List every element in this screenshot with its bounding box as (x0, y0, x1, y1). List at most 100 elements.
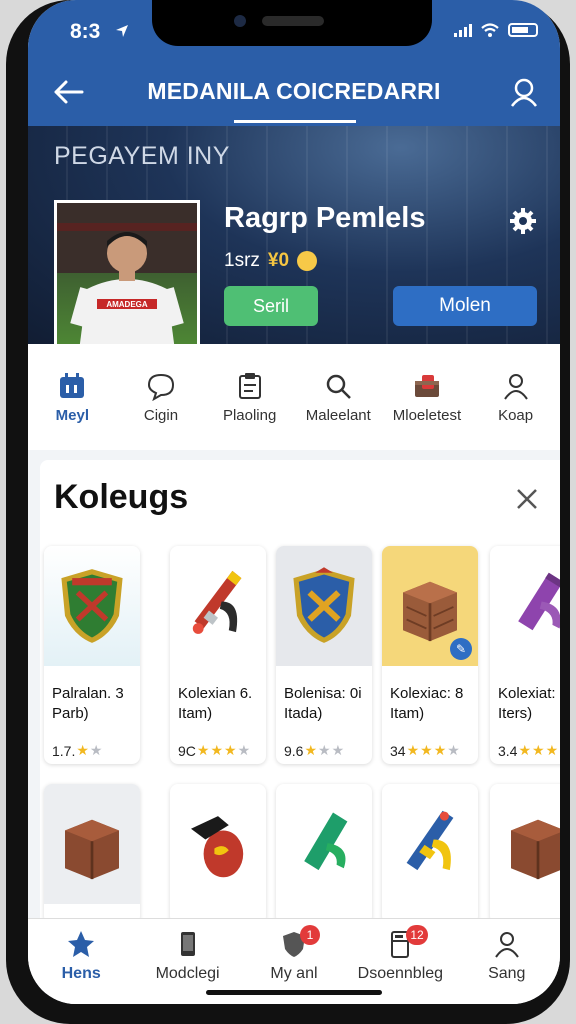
person-icon (503, 373, 528, 400)
star-icon: ★ (532, 742, 545, 758)
quicknav-label: Plaoling (222, 406, 277, 424)
item-rating: 34 ★ ★ ★ ★ (382, 736, 478, 759)
item-art: ✎ (382, 546, 478, 666)
collection-item[interactable]: Kolexian 6. Itam) 9C ★ ★ ★ ★ (170, 546, 266, 764)
phone-frame: 8:3 MEDANILA COICREDARRI PEGAYEM INY AMA… (6, 0, 570, 1024)
search-icon (327, 374, 352, 399)
quicknav-item-2[interactable]: Plaoling (207, 371, 293, 424)
quicknav-item-0[interactable]: Meyl (29, 371, 115, 424)
green-action-button[interactable]: Seril (224, 286, 318, 326)
star-icon: ★ (89, 742, 103, 758)
star-icon: ★ (331, 742, 345, 758)
close-icon[interactable] (514, 486, 540, 512)
item-name: Kolexian 6. Itam) (178, 685, 253, 723)
quicknav-label: Mloeletest (392, 406, 462, 424)
tab-label: Dsoennbleg (357, 965, 444, 982)
item-rating-value: 9C (178, 742, 196, 759)
green-canister-icon (304, 812, 348, 871)
collection-item[interactable]: Kolexiat: 8 Iters) 3.4 ★ ★ ★ ★ (490, 546, 560, 764)
quicknav-item-5[interactable]: Koap (473, 371, 559, 424)
notch (152, 0, 432, 46)
edit-icon: ✎ (450, 638, 472, 660)
quicknav-item-1[interactable]: Cigin (118, 371, 204, 424)
item-name: Palralan. 3 Parb) (52, 685, 124, 723)
collection-item[interactable]: ✎ Kolexiac: 8 Itam) 34 ★ ★ ★ ★ (382, 546, 478, 764)
screen: 8:3 MEDANILA COICREDARRI PEGAYEM INY AMA… (28, 0, 560, 1004)
collection-card: Koleugs Palralan. 3 Parb) 1.7. ★ ★ Kolex… (40, 460, 560, 930)
player-meta-label: 1srz (224, 250, 260, 271)
collection-item[interactable]: Bolenisa: 0i Itada) 9.6 ★ ★ ★ (276, 546, 372, 764)
tab-label: Hens (61, 965, 101, 982)
star-icon: ★ (196, 742, 210, 758)
collection-item[interactable] (44, 784, 140, 924)
blue-action-button[interactable]: Molen (393, 286, 537, 326)
star-icon: ★ (545, 742, 559, 758)
collection-item[interactable] (276, 784, 372, 924)
purple-canister-icon (518, 572, 560, 631)
star-icon: ★ (224, 742, 237, 758)
star-icon: ★ (433, 742, 447, 758)
blue-shield-icon (293, 567, 355, 643)
item-rating-value: 1.7. (52, 742, 76, 759)
battery-icon (508, 23, 538, 37)
quicknav-label: Cigin (143, 406, 179, 424)
profile-icon[interactable] (506, 74, 542, 110)
player-meta: 1srz ¥0 (224, 250, 318, 272)
item-rating: 9C ★ ★ ★ ★ (170, 736, 266, 759)
collection-item[interactable] (170, 784, 266, 924)
tab-home[interactable]: Hens (29, 919, 133, 1004)
tab-profile[interactable]: Sang (455, 919, 559, 1004)
star-icon (68, 931, 95, 957)
home-indicator (206, 990, 382, 995)
wifi-icon (481, 23, 499, 37)
flare-icon (192, 570, 242, 634)
tab-label: Modclegi (155, 965, 220, 982)
emoji-icon (297, 251, 318, 271)
section-tag: PEGAYEM INY (54, 142, 230, 170)
collection-item[interactable] (382, 784, 478, 924)
star-icon: ★ (406, 742, 420, 758)
item-art (276, 784, 372, 904)
boxing-glove-icon (191, 816, 244, 878)
green-shield-icon (61, 569, 123, 643)
tab-label: My anl (270, 965, 318, 982)
quicknav-item-4[interactable]: Mloeletest (384, 371, 470, 424)
crate-icon (65, 819, 119, 880)
player-name: Ragrp Pemlels (224, 202, 426, 234)
item-name: Kolexiat: 8 Iters) (498, 685, 560, 723)
item-art (276, 546, 372, 666)
collection-heading: Koleugs (54, 478, 189, 516)
gear-icon[interactable] (508, 206, 538, 236)
item-art (382, 784, 478, 904)
quicknav-label: Meyl (55, 406, 89, 424)
star-icon: ★ (76, 742, 89, 758)
notification-badge: 1 (299, 925, 320, 945)
page-title: MEDANILA COICREDARRI (147, 78, 441, 104)
quicknav-item-3[interactable]: Maleelant (295, 371, 381, 424)
quicknav-label: Koap (498, 406, 534, 424)
item-name: Bolenisa: 0i Itada) (284, 685, 362, 723)
item-rating: 1.7. ★ ★ (44, 736, 140, 759)
speaker (262, 16, 324, 26)
app-bar: MEDANILA COICREDARRI (28, 62, 560, 126)
player-hero: PEGAYEM INY AMADEGA Ragrp Pemlels 1srz ¥… (28, 126, 560, 344)
jersey-text: AMADEGA (106, 300, 148, 309)
trophy-box-icon (414, 374, 439, 397)
item-rating: 3.4 ★ ★ ★ ★ (490, 736, 560, 759)
player-illustration: AMADEGA (57, 203, 197, 344)
crate-icon (511, 819, 560, 880)
flare-icon (406, 810, 454, 871)
star-icon: ★ (237, 742, 251, 758)
star-icon: ★ (447, 742, 460, 758)
collection-item[interactable] (490, 784, 560, 924)
item-art (490, 784, 560, 904)
star-icon: ★ (318, 742, 331, 758)
notification-badge: 12 (406, 925, 428, 945)
phone-icon (180, 932, 195, 956)
item-rating: 9.6 ★ ★ ★ (276, 736, 372, 759)
person-icon (494, 932, 519, 958)
item-rating-value: 9.6 (284, 742, 304, 759)
collection-item[interactable]: Palralan. 3 Parb) 1.7. ★ ★ (44, 546, 140, 764)
status-time: 8:3 (70, 20, 101, 43)
chat-icon (147, 373, 174, 401)
